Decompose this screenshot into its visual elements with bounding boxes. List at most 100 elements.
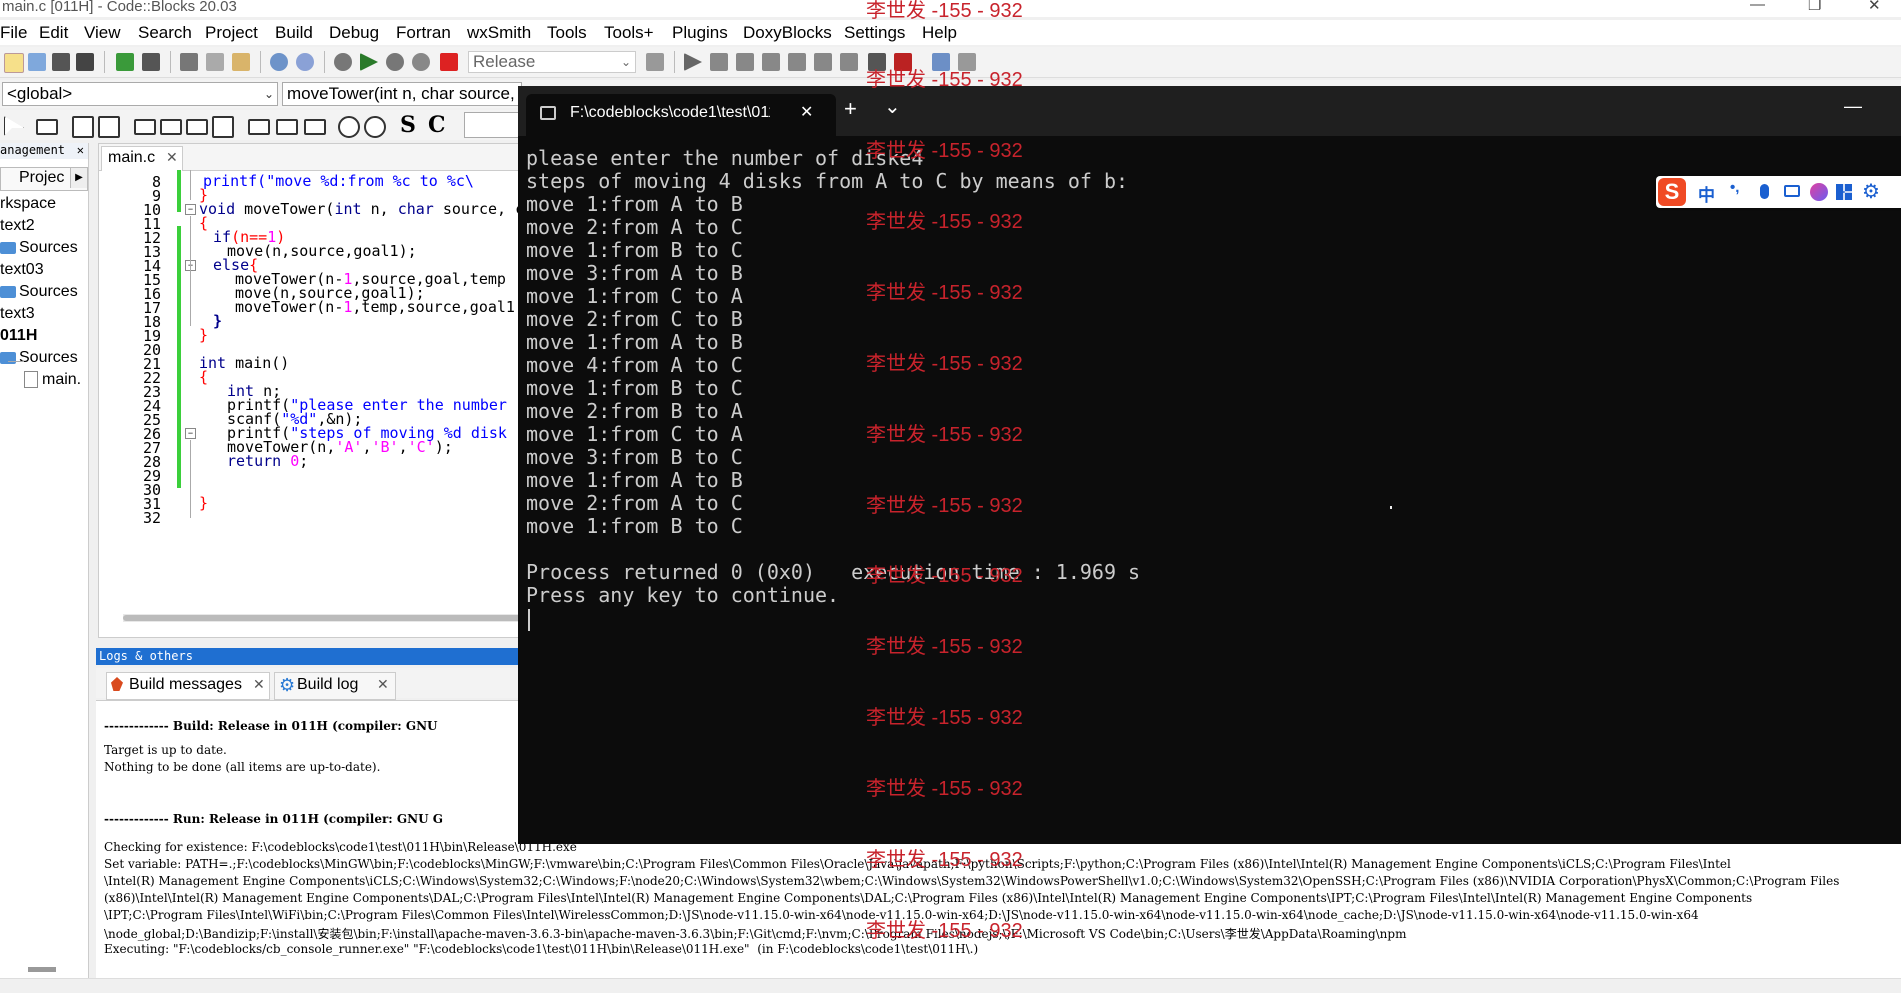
find-icon[interactable] [270,53,288,71]
save-all-icon[interactable] [76,53,94,71]
box2-icon[interactable] [276,119,298,135]
cut-icon[interactable] [180,53,198,71]
microphone-icon[interactable] [1760,184,1769,199]
menu-tools[interactable]: Tools [547,23,587,43]
sizer2-icon[interactable] [160,119,182,135]
next-instruction-icon[interactable] [814,53,832,71]
menu-edit[interactable]: Edit [39,23,68,43]
fold-icon[interactable]: − [185,428,196,439]
scope-select[interactable]: <global> ⌄ [2,82,278,106]
menu-fortran[interactable]: Fortran [396,23,451,43]
panel-icon[interactable] [212,116,234,138]
step-into-icon[interactable] [762,53,780,71]
chevron-down-icon[interactable]: ⌄ [884,94,901,119]
step-instruction-icon[interactable] [840,53,858,71]
tree-item[interactable]: Sources [0,239,78,257]
pointer-icon[interactable] [4,116,24,136]
scroll-right-icon[interactable]: ▶ [70,168,87,188]
projects-tab[interactable]: Projec ▶ [0,167,88,191]
ime-punctuation-toggle[interactable]: •, [1730,179,1739,196]
tab-build-log[interactable]: ⚙ Build log ✕ [274,672,396,700]
next-line-icon[interactable] [736,53,754,71]
scroll-grip[interactable] [28,967,56,972]
frame-icon[interactable] [36,119,58,135]
tree-item-file[interactable]: main. [24,371,81,389]
c-icon[interactable]: C [428,112,446,138]
build-run-icon[interactable] [386,53,404,71]
terminal-tab-title: F:\codeblocks\code1\test\011H [570,104,770,121]
menu-build[interactable]: Build [275,23,313,43]
menu-doxyblocks[interactable]: DoxyBlocks [743,23,832,43]
tree-item[interactable]: Sources [0,349,78,367]
editor-hscrollbar[interactable] [123,614,523,622]
fold-icon[interactable]: − [185,204,196,215]
tree-item[interactable]: text03 [0,261,44,279]
tree-item[interactable]: text2 [0,217,35,235]
tree-item[interactable]: Sources [0,283,78,301]
build-gear-icon[interactable] [334,53,352,71]
editor-text-area[interactable]: 8 9 10 11 12 13 14 15 16 17 18 19 20 21 … [99,170,523,610]
wxsmith-input[interactable] [464,112,522,138]
sizer-icon[interactable] [134,119,156,135]
undo-icon[interactable] [116,53,134,71]
redo-icon[interactable] [142,53,160,71]
menu-wxsmith[interactable]: wxSmith [467,23,531,43]
tree-item[interactable]: text3 [0,305,35,323]
menu-view[interactable]: View [84,23,121,43]
step-out-icon[interactable] [788,53,806,71]
abort-icon[interactable] [440,53,458,71]
replace-icon[interactable] [296,53,314,71]
menu-help[interactable]: Help [922,23,957,43]
build-target-select[interactable]: Release ⌄ [468,51,636,73]
editor-tab-main-c[interactable]: main.c ✕ [101,146,183,171]
terminal-output[interactable]: please enter the number of diske4 steps … [518,136,1901,844]
sogou-logo-icon[interactable]: S [1658,178,1686,206]
tab-build-messages[interactable]: Build messages ✕ [106,672,270,700]
menu-plugins[interactable]: Plugins [672,23,728,43]
menu-tools-plus[interactable]: Tools+ [604,23,654,43]
new-file-icon[interactable] [4,53,24,73]
minimize-icon[interactable]: — [1844,96,1862,117]
close-icon[interactable]: ✕ [77,143,84,157]
copy-icon[interactable] [206,53,224,71]
s-icon[interactable]: S [400,112,416,138]
zoom-out-icon[interactable] [364,116,386,138]
close-tab-icon[interactable]: ✕ [377,676,389,693]
close-icon[interactable]: ✕ [1868,0,1881,14]
scrollbar-thumb[interactable] [123,615,523,621]
save-icon[interactable] [52,53,70,71]
grid-icon[interactable] [72,116,94,138]
paste-icon[interactable] [232,53,250,71]
function-select[interactable]: moveTower(int n, char source, c [282,82,522,106]
zoom-in-icon[interactable] [338,116,360,138]
menu-settings[interactable]: Settings [844,23,905,43]
close-tab-icon[interactable]: ✕ [166,149,178,166]
minimize-icon[interactable]: — [1750,0,1765,13]
build-options-icon[interactable] [646,53,664,71]
debug-run-icon[interactable] [684,53,702,71]
new-tab-button[interactable]: + [844,96,857,122]
close-tab-icon[interactable]: ✕ [253,676,265,693]
grid-split-icon[interactable] [98,116,120,138]
run-icon[interactable] [360,53,378,71]
toolbox-icon[interactable] [1836,184,1852,200]
menu-project[interactable]: Project [205,23,258,43]
restore-icon[interactable]: ❐ [1808,0,1821,14]
skin-icon[interactable] [1810,183,1828,201]
menu-debug[interactable]: Debug [329,23,379,43]
menu-file[interactable]: File [0,23,27,43]
open-icon[interactable] [28,53,46,71]
ime-mode-toggle[interactable]: 中 [1698,181,1715,206]
tree-item[interactable]: rkspace [0,195,56,213]
box3-icon[interactable] [304,119,326,135]
menu-search[interactable]: Search [138,23,192,43]
terminal-tab[interactable]: F:\codeblocks\code1\test\011H ✕ [526,94,836,136]
tree-item-active-project[interactable]: 011H [0,327,37,345]
rebuild-icon[interactable] [412,53,430,71]
sizer3-icon[interactable] [186,119,208,135]
gear-icon[interactable]: ⚙ [1862,179,1880,204]
box-icon[interactable] [248,119,270,135]
run-to-cursor-icon[interactable] [710,53,728,71]
close-tab-icon[interactable]: ✕ [800,102,813,122]
keyboard-icon[interactable] [1784,185,1800,197]
